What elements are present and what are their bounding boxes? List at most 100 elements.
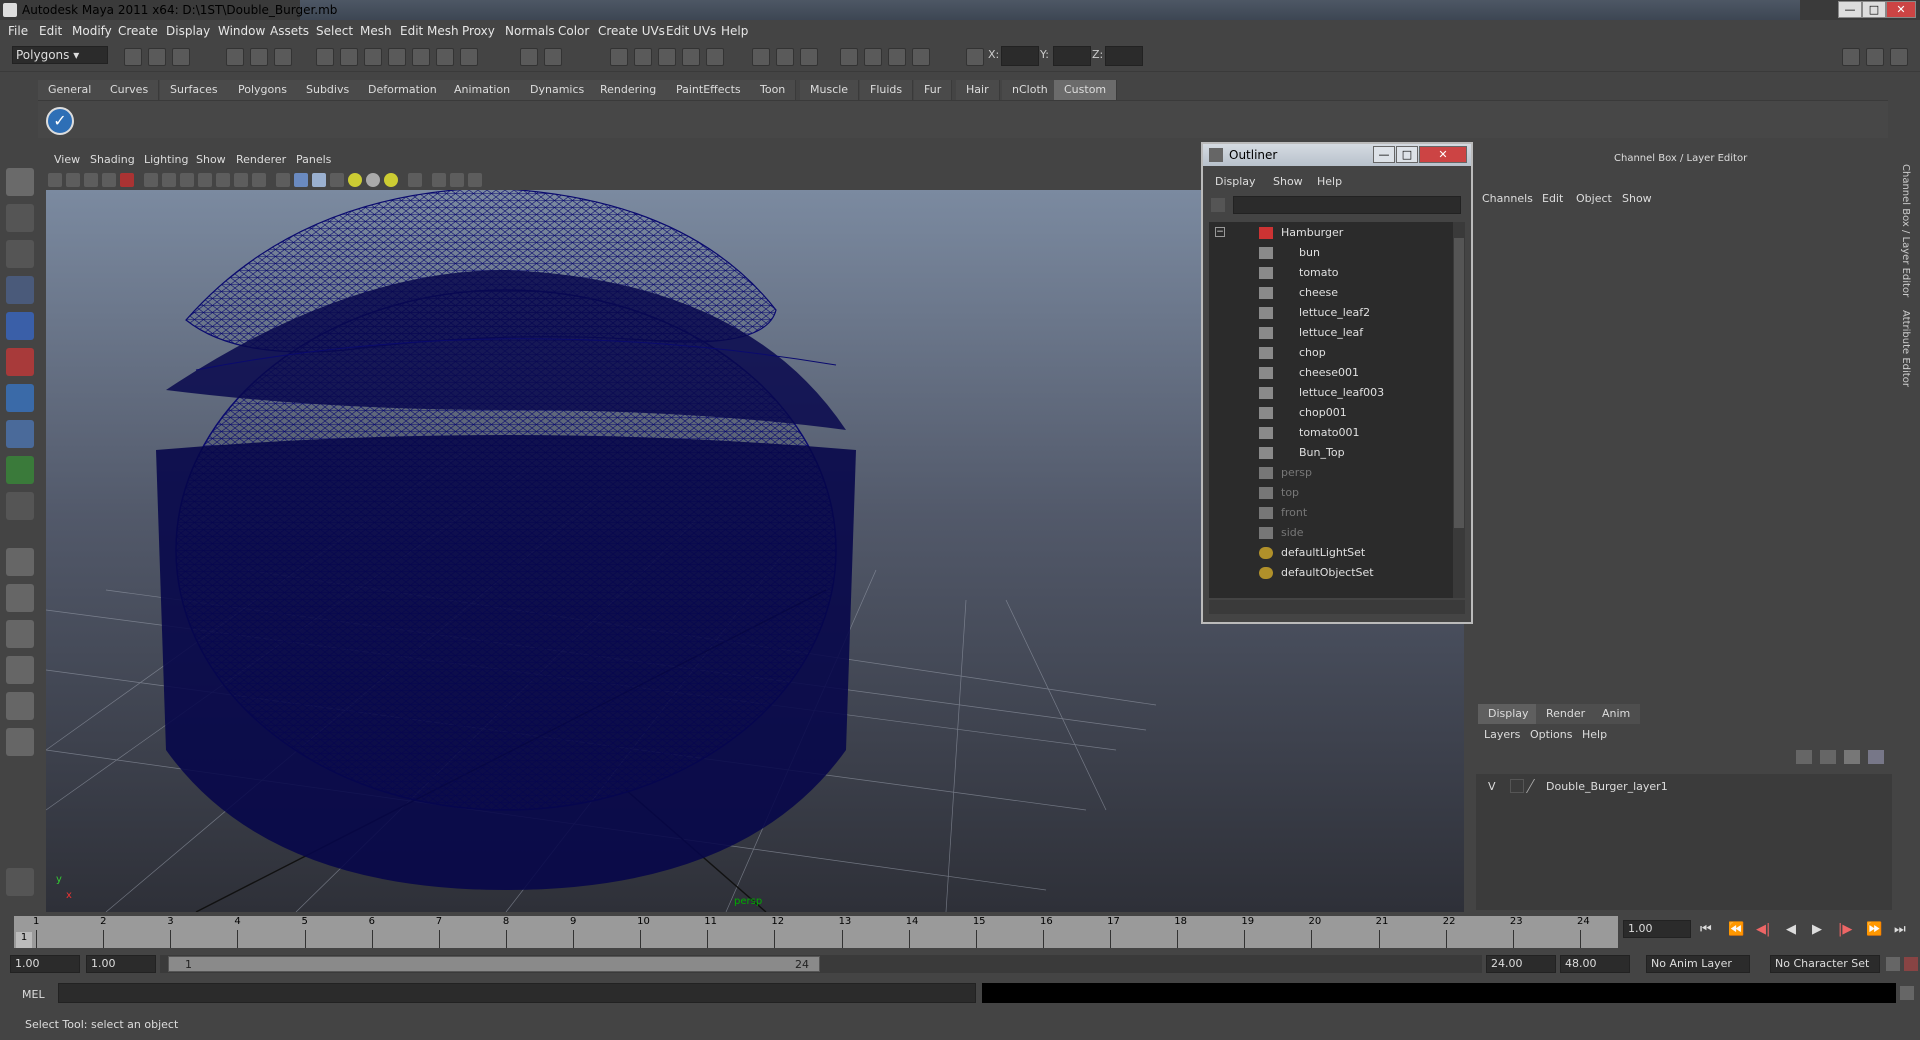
shelf-tab-polygons[interactable]: Polygons xyxy=(228,80,298,100)
shadows-icon[interactable] xyxy=(384,173,398,187)
ipr-render-icon[interactable] xyxy=(634,48,652,66)
graph-editor-icon[interactable] xyxy=(864,48,882,66)
shelf-tab-deformation[interactable]: Deformation xyxy=(358,80,448,100)
step-forward-key-icon[interactable]: ⏩ xyxy=(1866,922,1882,937)
scale-tool-icon[interactable] xyxy=(6,348,34,376)
channel-menu-show[interactable]: Show xyxy=(1622,192,1652,205)
menu-normals[interactable]: Normals xyxy=(505,24,555,38)
outliner-item[interactable]: front xyxy=(1209,504,1449,522)
film-gate-icon[interactable] xyxy=(162,173,176,187)
smooth-shade-icon[interactable] xyxy=(294,173,308,187)
step-back-key-icon[interactable]: ⏪ xyxy=(1728,922,1744,937)
new-layer-icon[interactable] xyxy=(1844,750,1860,764)
shelf-tab-rendering[interactable]: Rendering xyxy=(590,80,668,100)
use-default-light-icon[interactable] xyxy=(348,173,362,187)
menu-display[interactable]: Display xyxy=(166,24,210,38)
layer-menu-layers[interactable]: Layers xyxy=(1484,728,1520,741)
last-tool-icon[interactable] xyxy=(6,492,34,520)
step-forward-frame-icon[interactable]: |▶ xyxy=(1838,922,1852,937)
show-hide-icon[interactable] xyxy=(752,48,770,66)
outliner-item[interactable]: Bun_Top xyxy=(1209,444,1449,462)
snap-view-plane-icon[interactable] xyxy=(388,48,406,66)
menu-create-uvs[interactable]: Create UVs xyxy=(598,24,665,38)
select-hierarchy-icon[interactable] xyxy=(226,48,244,66)
safe-title-icon[interactable] xyxy=(252,173,266,187)
playback-end-field[interactable]: 24.00 xyxy=(1486,955,1556,973)
animation-end-field[interactable]: 48.00 xyxy=(1560,955,1630,973)
maximize-button[interactable]: □ xyxy=(1862,1,1886,18)
menu-assets[interactable]: Assets xyxy=(270,24,309,38)
range-slider[interactable]: 1 24 xyxy=(160,955,1482,973)
shelf-tab-custom[interactable]: Custom xyxy=(1054,80,1118,100)
hypergraph-icon[interactable] xyxy=(888,48,906,66)
hypershade-layout-icon[interactable] xyxy=(6,692,34,720)
tool-settings-icon[interactable] xyxy=(800,48,818,66)
toggle-attribute-icon[interactable] xyxy=(1866,48,1884,66)
outliner-menu-display[interactable]: Display xyxy=(1215,175,1256,188)
outliner-menu-help[interactable]: Help xyxy=(1317,175,1342,188)
viewport-menu-renderer[interactable]: Renderer xyxy=(236,153,286,166)
shelf-tab-curves[interactable]: Curves xyxy=(100,80,160,100)
playback-start-field[interactable]: 1.00 xyxy=(86,955,156,973)
outliner-item[interactable]: chop xyxy=(1209,344,1449,362)
xray-joints-icon[interactable] xyxy=(450,173,464,187)
outliner-item[interactable]: side xyxy=(1209,524,1449,542)
isolate-select-icon[interactable] xyxy=(408,173,422,187)
filter-icon[interactable] xyxy=(1211,198,1225,212)
toggle-tool-settings-icon[interactable] xyxy=(1890,48,1908,66)
viewport-menu-panels[interactable]: Panels xyxy=(296,153,331,166)
outliner-item[interactable]: − Hamburger xyxy=(1209,224,1449,242)
anim-layer-dropdown[interactable]: No Anim Layer xyxy=(1646,955,1750,973)
render-region-icon[interactable] xyxy=(544,48,562,66)
outliner-item[interactable]: defaultObjectSet xyxy=(1209,564,1449,582)
grid-toggle-icon[interactable] xyxy=(144,173,158,187)
animation-start-field[interactable]: 1.00 xyxy=(10,955,80,973)
textured-icon[interactable] xyxy=(330,173,344,187)
outliner-item[interactable]: lettuce_leaf2 xyxy=(1209,304,1449,322)
mel-input[interactable] xyxy=(58,983,976,1003)
camera-attributes-icon[interactable] xyxy=(66,173,80,187)
x-field[interactable] xyxy=(1001,46,1039,66)
menu-edit-mesh[interactable]: Edit Mesh xyxy=(400,24,459,38)
shelf-tab-ncloth[interactable]: nCloth xyxy=(1002,80,1059,100)
outliner-item[interactable]: bun xyxy=(1209,244,1449,262)
menu-modify[interactable]: Modify xyxy=(72,24,112,38)
render-view-icon[interactable] xyxy=(706,48,724,66)
expand-collapse-icon[interactable]: − xyxy=(1215,227,1225,237)
outliner-item[interactable]: top xyxy=(1209,484,1449,502)
snap-grid-icon[interactable] xyxy=(316,48,334,66)
save-scene-icon[interactable] xyxy=(172,48,190,66)
layer-row[interactable]: V Double_Burger_layer1 xyxy=(1476,778,1892,796)
shelf-tab-fur[interactable]: Fur xyxy=(914,80,953,100)
history-icon[interactable] xyxy=(436,48,454,66)
outliner-item[interactable]: chop001 xyxy=(1209,404,1449,422)
close-button[interactable]: ✕ xyxy=(1886,1,1916,18)
outliner-item[interactable]: lettuce_leaf003 xyxy=(1209,384,1449,402)
outliner-filter-input[interactable] xyxy=(1233,196,1461,214)
layer-sort-icon[interactable] xyxy=(1820,750,1836,764)
layer-color-swatch[interactable] xyxy=(1525,779,1545,793)
outliner-scroll-thumb[interactable] xyxy=(1454,238,1464,528)
layer-tab-anim[interactable]: Anim xyxy=(1592,704,1641,724)
outliner-item[interactable]: lettuce_leaf xyxy=(1209,324,1449,342)
move-tool-icon[interactable] xyxy=(6,276,34,304)
persp-graph-layout-icon[interactable] xyxy=(6,656,34,684)
shelf-tab-surfaces[interactable]: Surfaces xyxy=(160,80,229,100)
time-ruler[interactable]: 1 2 3 4 5 6 7 8 9 10 11 12 13 14 15 16 17 18 19 20 21 22 23 24 1 xyxy=(14,916,1618,948)
layer-tab-display[interactable]: Display xyxy=(1478,704,1539,724)
animation-preferences-icon[interactable] xyxy=(1904,957,1918,971)
layer-order-icon[interactable] xyxy=(1796,750,1812,764)
viewport-menu-show[interactable]: Show xyxy=(196,153,226,166)
persp-outliner-layout-icon[interactable] xyxy=(6,620,34,648)
layer-menu-options[interactable]: Options xyxy=(1530,728,1572,741)
y-field[interactable] xyxy=(1053,46,1091,66)
auto-key-icon[interactable] xyxy=(1886,957,1900,971)
image-plane-icon[interactable] xyxy=(102,173,116,187)
menu-color[interactable]: Color xyxy=(558,24,589,38)
outliner-item[interactable]: tomato xyxy=(1209,264,1449,282)
play-backward-icon[interactable]: ◀ xyxy=(1786,922,1796,937)
render-frame-icon[interactable] xyxy=(610,48,628,66)
current-time-marker[interactable]: 1 xyxy=(16,932,32,948)
viewport-menu-view[interactable]: View xyxy=(54,153,80,166)
menu-mesh[interactable]: Mesh xyxy=(360,24,392,38)
